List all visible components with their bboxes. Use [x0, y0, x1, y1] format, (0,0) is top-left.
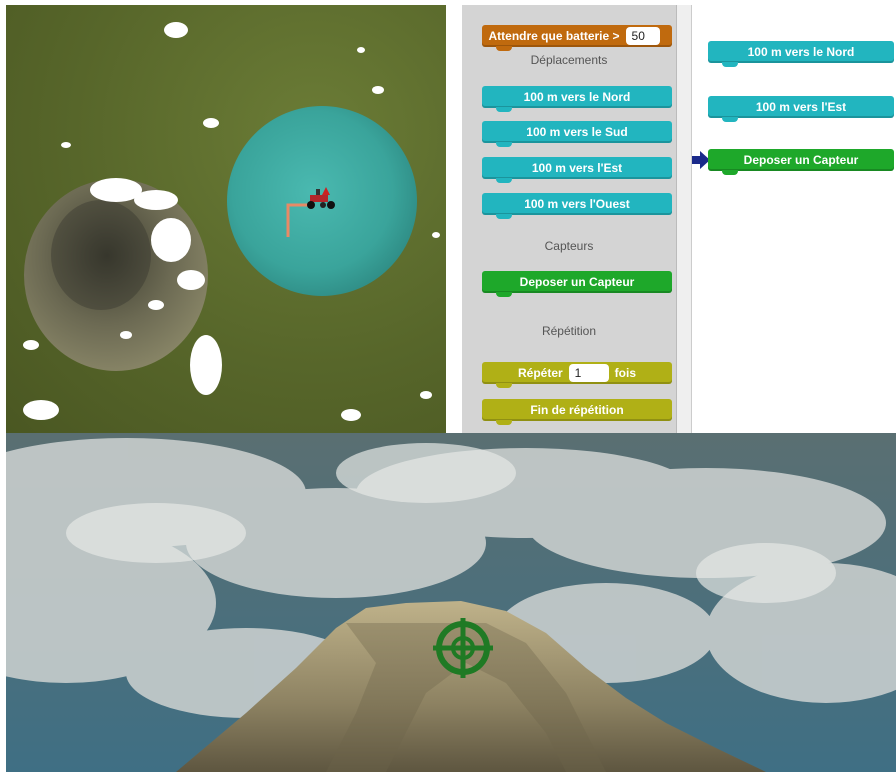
- repeat-label-after: fois: [614, 366, 637, 380]
- workspace-drop-sensor-block[interactable]: Deposer un Capteur: [708, 149, 894, 175]
- program-workspace[interactable]: 100 m vers le Nord 100 m vers l'Est Depo…: [692, 5, 896, 433]
- move-north-block[interactable]: 100 m vers le Nord: [482, 86, 672, 112]
- workspace-move-east-block[interactable]: 100 m vers l'Est: [708, 96, 894, 122]
- battery-threshold-input[interactable]: 50: [625, 27, 660, 45]
- category-sensors: Capteurs: [544, 239, 594, 253]
- palette-scrollbar[interactable]: [677, 5, 692, 433]
- workspace-drop-sensor-label: Deposer un Capteur: [743, 153, 859, 167]
- move-west-label: 100 m vers l'Ouest: [524, 197, 630, 211]
- map-terrain: [23, 22, 440, 421]
- wait-battery-label: Attendre que batterie >: [488, 29, 620, 43]
- panel-gap: [446, 5, 462, 433]
- drop-sensor-label: Deposer un Capteur: [519, 275, 635, 289]
- end-repeat-label: Fin de répétition: [530, 403, 624, 417]
- move-east-block[interactable]: 100 m vers l'Est: [482, 157, 672, 183]
- block-palette[interactable]: Attendre que batterie > 50 Déplacements …: [462, 5, 677, 433]
- move-west-block[interactable]: 100 m vers l'Ouest: [482, 193, 672, 219]
- repeat-block[interactable]: Répéter 1 fois: [482, 362, 672, 388]
- map-view[interactable]: [6, 5, 446, 433]
- workspace-move-north-label: 100 m vers le Nord: [747, 45, 855, 59]
- category-movement: Déplacements: [530, 53, 608, 67]
- workspace-move-east-label: 100 m vers l'Est: [755, 100, 847, 114]
- repeat-count-input[interactable]: 1: [568, 364, 609, 382]
- move-north-label: 100 m vers le Nord: [523, 90, 631, 104]
- move-south-label: 100 m vers le Sud: [526, 125, 628, 139]
- camera-scene: [6, 433, 896, 772]
- move-south-block[interactable]: 100 m vers le Sud: [482, 121, 672, 147]
- repeat-label-before: Répéter: [517, 366, 563, 380]
- wait-battery-block[interactable]: Attendre que batterie > 50: [482, 25, 672, 51]
- workspace-move-north-block[interactable]: 100 m vers le Nord: [708, 41, 894, 67]
- category-repeat: Répétition: [541, 324, 597, 338]
- end-repeat-block[interactable]: Fin de répétition: [482, 399, 672, 425]
- move-east-label: 100 m vers l'Est: [531, 161, 623, 175]
- drop-sensor-block[interactable]: Deposer un Capteur: [482, 271, 672, 297]
- rover-camera-view[interactable]: [6, 433, 896, 772]
